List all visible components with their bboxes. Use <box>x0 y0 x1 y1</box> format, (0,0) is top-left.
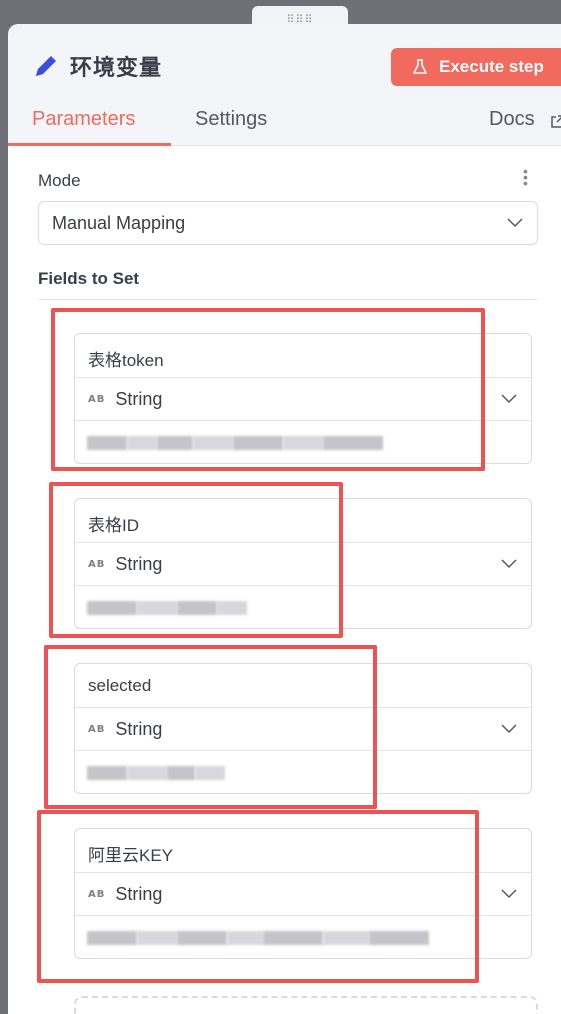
panel-header: 环境变量 Execute step Parameters Settings Do… <box>8 24 561 146</box>
field-card: selected AB String <box>74 663 532 794</box>
node-panel: 环境变量 Execute step Parameters Settings Do… <box>8 24 561 1014</box>
tab-parameters[interactable]: Parameters <box>32 108 135 131</box>
parameters-body: Mode • • • Manual Mapping Fields to Set 表格… <box>8 146 561 1014</box>
string-type-icon: AB <box>88 558 106 570</box>
section-divider <box>38 299 538 300</box>
string-type-icon: AB <box>88 888 106 900</box>
field-type-value: String <box>115 718 163 739</box>
mode-select-value: Manual Mapping <box>52 212 186 233</box>
tab-docs[interactable]: Docs <box>489 108 535 131</box>
add-field-dropzone[interactable] <box>74 996 538 1014</box>
external-link-icon[interactable] <box>549 114 561 130</box>
mode-label: Mode <box>38 171 81 190</box>
field-type-select[interactable]: AB String <box>75 708 531 751</box>
field-type-value: String <box>115 388 163 409</box>
chevron-down-icon <box>501 559 517 569</box>
node-title[interactable]: 环境变量 <box>70 50 162 82</box>
chevron-down-icon <box>507 218 523 228</box>
execute-step-label: Execute step <box>439 57 544 76</box>
fields-to-set-label: Fields to Set <box>38 269 140 288</box>
field-name-input[interactable]: selected <box>75 664 531 708</box>
pencil-icon <box>36 56 56 76</box>
flask-icon <box>413 59 427 74</box>
field-value-redacted[interactable] <box>87 927 429 949</box>
field-type-select[interactable]: AB String <box>75 378 531 421</box>
field-value-redacted[interactable] <box>87 762 225 784</box>
chevron-down-icon <box>501 724 517 734</box>
mode-select[interactable]: Manual Mapping <box>38 201 538 245</box>
field-value-redacted[interactable] <box>87 597 247 619</box>
field-card: 表格token AB String <box>74 333 532 464</box>
tab-settings[interactable]: Settings <box>195 108 267 131</box>
field-type-select[interactable]: AB String <box>75 873 531 916</box>
chevron-down-icon <box>501 394 517 404</box>
tab-bar: Parameters Settings Docs <box>8 104 561 146</box>
field-type-value: String <box>115 883 163 904</box>
field-card: 表格ID AB String <box>74 498 532 629</box>
field-name-input[interactable]: 表格ID <box>75 499 531 543</box>
execute-step-button[interactable]: Execute step <box>391 48 561 86</box>
string-type-icon: AB <box>88 393 106 405</box>
chevron-down-icon <box>501 889 517 899</box>
field-name-input[interactable]: 表格token <box>75 334 531 378</box>
field-name-input[interactable]: 阿里云KEY <box>75 829 531 873</box>
field-type-select[interactable]: AB String <box>75 543 531 586</box>
options-kebab-icon[interactable]: • • • <box>523 164 528 190</box>
string-type-icon: AB <box>88 723 106 735</box>
field-type-value: String <box>115 553 163 574</box>
field-value-redacted[interactable] <box>87 432 383 454</box>
field-card: 阿里云KEY AB String <box>74 828 532 959</box>
